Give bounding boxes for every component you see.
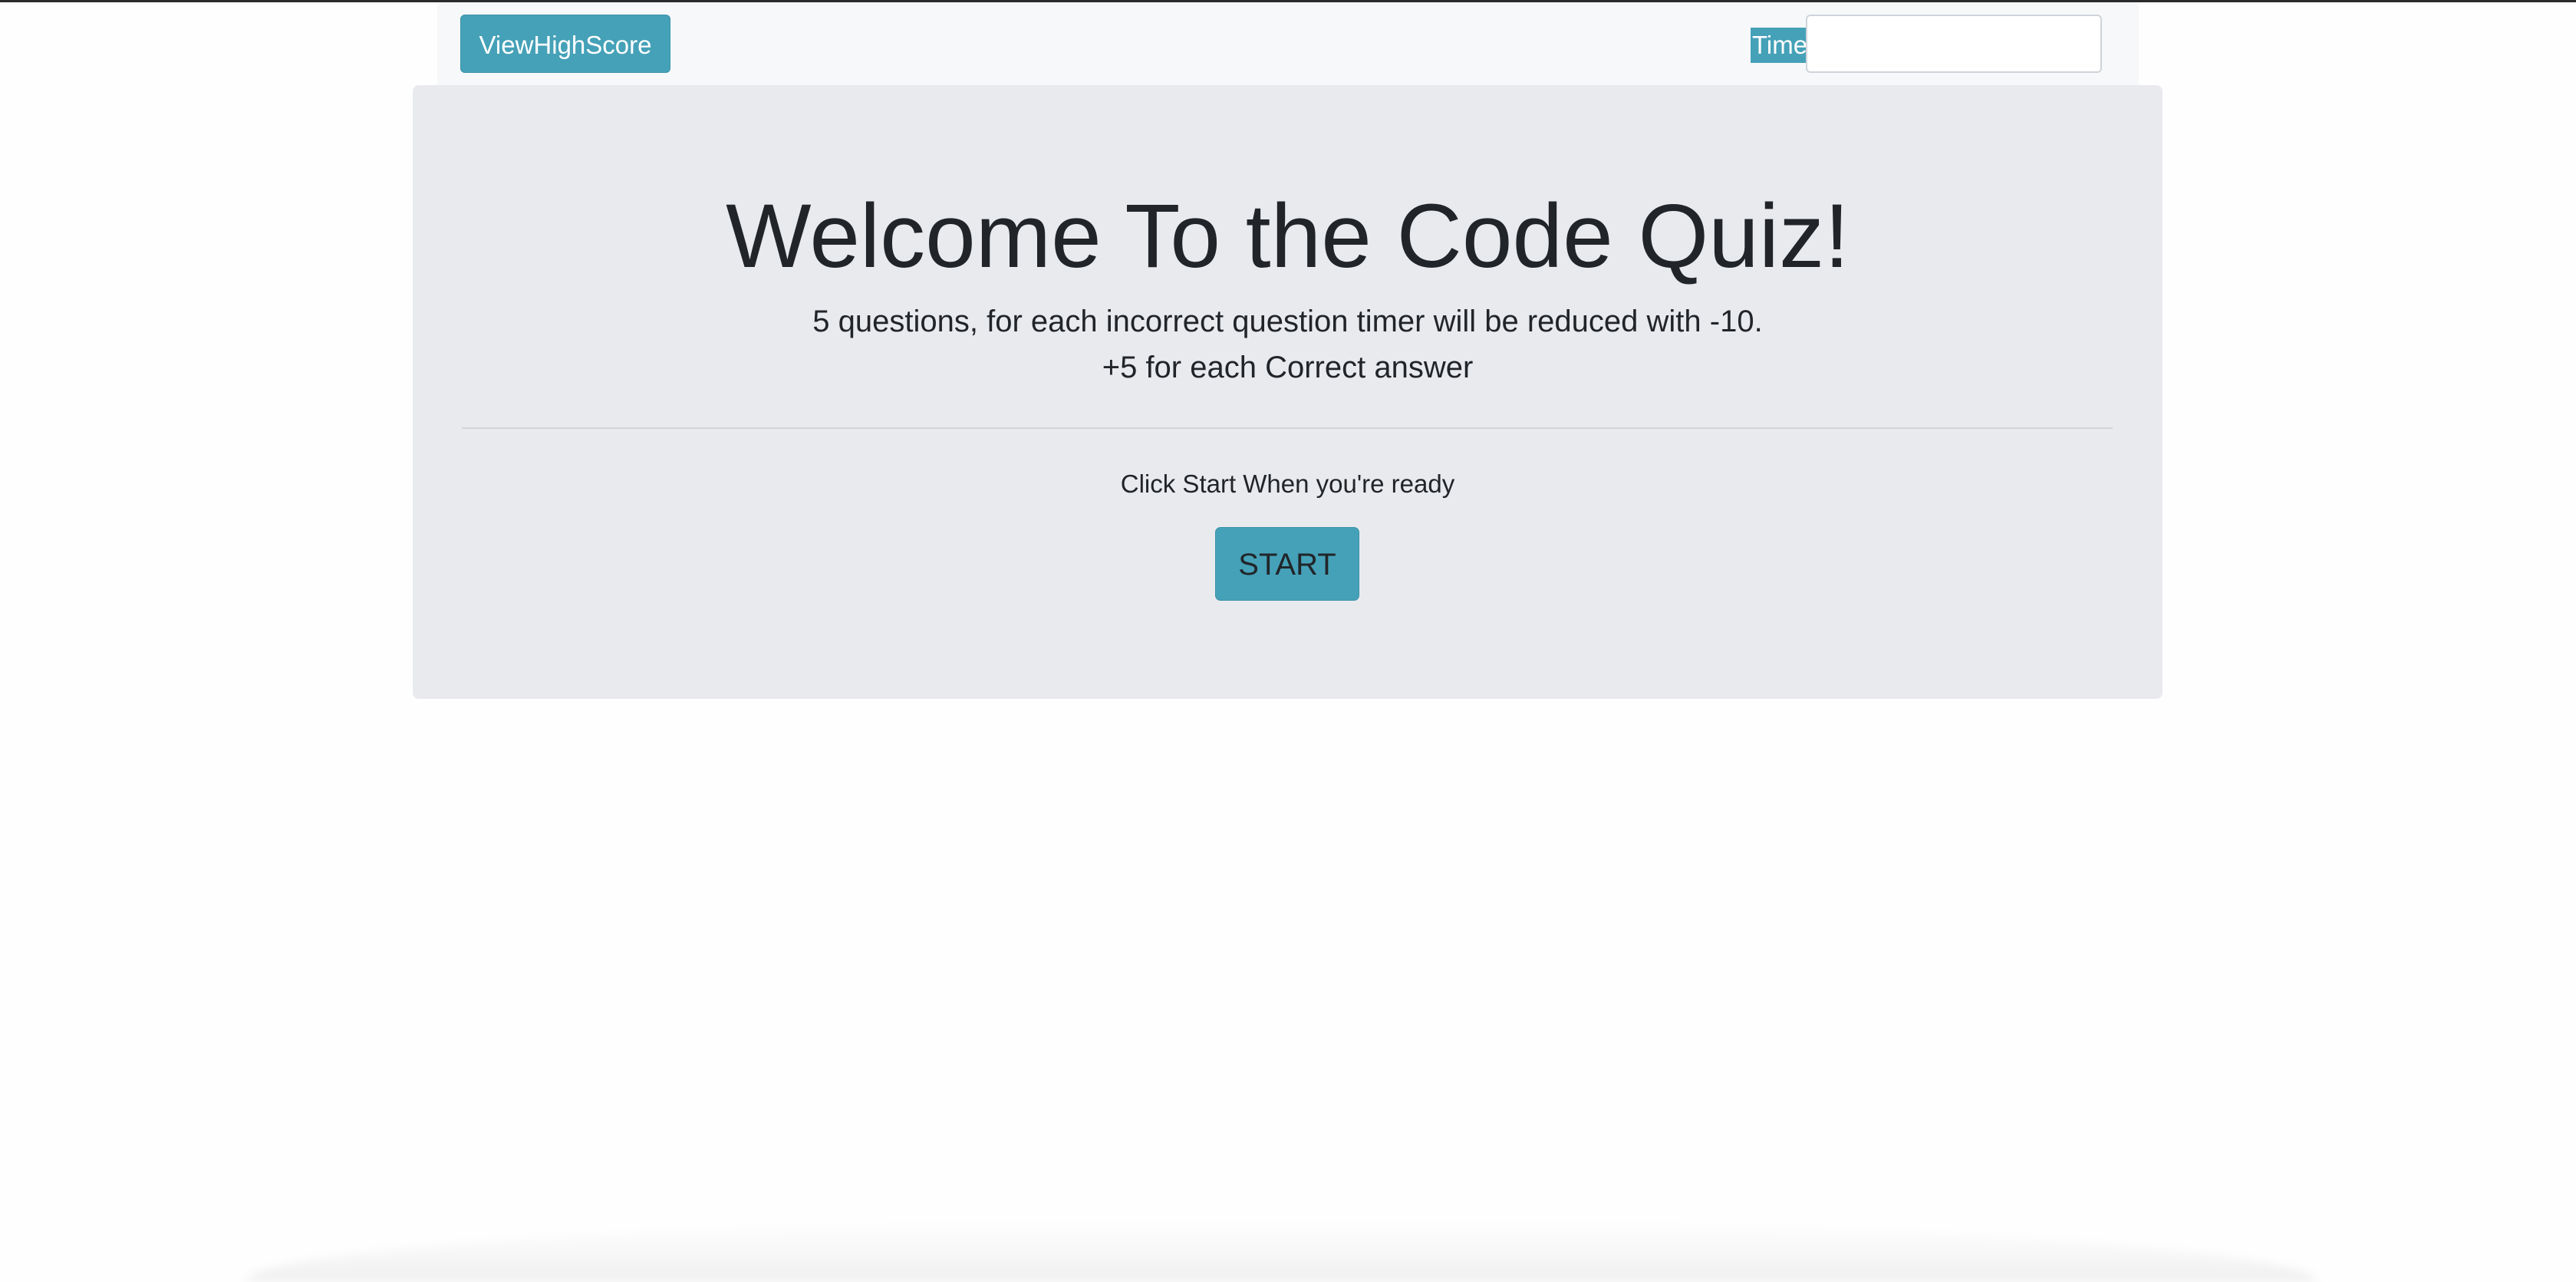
view-highscore-button[interactable]: ViewHighScore xyxy=(460,15,670,73)
intro-panel xyxy=(413,85,2163,699)
bottom-shadow xyxy=(245,1220,2317,1282)
page-title: Welcome To the Code Quiz! xyxy=(726,186,1850,287)
time-label: Time xyxy=(1751,28,1810,63)
rules-text-line-1: 5 questions, for each incorrect question… xyxy=(812,305,1763,338)
start-button[interactable]: START xyxy=(1215,527,1359,601)
rules-text-line-2: +5 for each Correct answer xyxy=(1102,351,1474,384)
divider xyxy=(462,427,2113,429)
ready-prompt: Click Start When you're ready xyxy=(1120,470,1455,498)
timer-field[interactable] xyxy=(1806,15,2102,73)
